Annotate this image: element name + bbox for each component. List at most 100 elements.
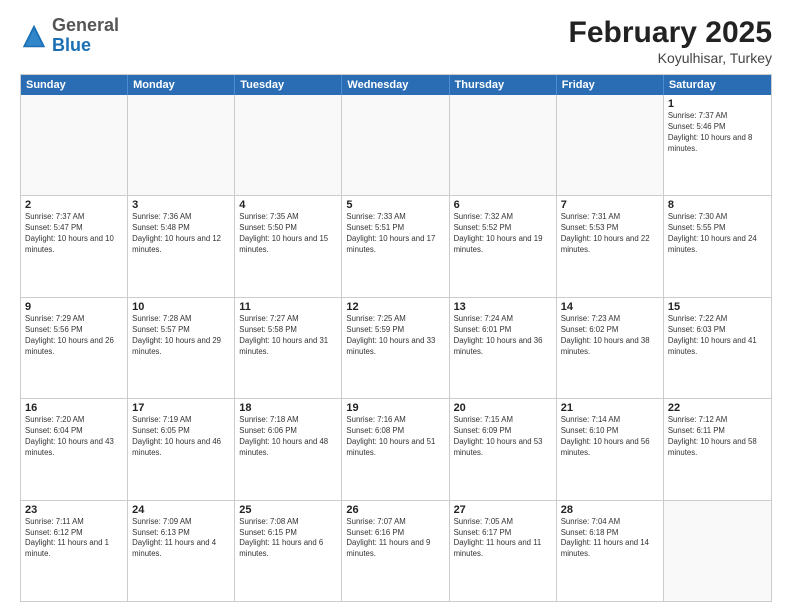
cal-header-monday: Monday	[128, 75, 235, 95]
day-number: 6	[454, 199, 552, 211]
cal-cell: 9Sunrise: 7:29 AM Sunset: 5:56 PM Daylig…	[21, 298, 128, 398]
cal-cell: 17Sunrise: 7:19 AM Sunset: 6:05 PM Dayli…	[128, 399, 235, 499]
day-number: 24	[132, 504, 230, 516]
cal-week-4: 16Sunrise: 7:20 AM Sunset: 6:04 PM Dayli…	[21, 399, 771, 500]
cal-cell	[664, 501, 771, 601]
logo-text: General Blue	[52, 16, 119, 56]
cal-header-saturday: Saturday	[664, 75, 771, 95]
day-number: 27	[454, 504, 552, 516]
cal-week-2: 2Sunrise: 7:37 AM Sunset: 5:47 PM Daylig…	[21, 196, 771, 297]
day-info: Sunrise: 7:08 AM Sunset: 6:15 PM Dayligh…	[239, 517, 337, 561]
day-number: 4	[239, 199, 337, 211]
day-info: Sunrise: 7:16 AM Sunset: 6:08 PM Dayligh…	[346, 415, 444, 459]
cal-cell	[557, 95, 664, 195]
day-number: 22	[668, 402, 767, 414]
day-info: Sunrise: 7:04 AM Sunset: 6:18 PM Dayligh…	[561, 517, 659, 561]
day-info: Sunrise: 7:05 AM Sunset: 6:17 PM Dayligh…	[454, 517, 552, 561]
day-info: Sunrise: 7:15 AM Sunset: 6:09 PM Dayligh…	[454, 415, 552, 459]
cal-cell	[235, 95, 342, 195]
page: General Blue February 2025 Koyulhisar, T…	[0, 0, 792, 612]
day-info: Sunrise: 7:24 AM Sunset: 6:01 PM Dayligh…	[454, 314, 552, 358]
cal-cell: 26Sunrise: 7:07 AM Sunset: 6:16 PM Dayli…	[342, 501, 449, 601]
calendar: SundayMondayTuesdayWednesdayThursdayFrid…	[20, 74, 772, 602]
cal-cell: 27Sunrise: 7:05 AM Sunset: 6:17 PM Dayli…	[450, 501, 557, 601]
day-number: 5	[346, 199, 444, 211]
day-number: 28	[561, 504, 659, 516]
cal-cell: 18Sunrise: 7:18 AM Sunset: 6:06 PM Dayli…	[235, 399, 342, 499]
logo: General Blue	[20, 16, 119, 56]
day-number: 13	[454, 301, 552, 313]
cal-week-5: 23Sunrise: 7:11 AM Sunset: 6:12 PM Dayli…	[21, 501, 771, 601]
day-number: 26	[346, 504, 444, 516]
day-number: 20	[454, 402, 552, 414]
cal-cell: 23Sunrise: 7:11 AM Sunset: 6:12 PM Dayli…	[21, 501, 128, 601]
cal-cell: 11Sunrise: 7:27 AM Sunset: 5:58 PM Dayli…	[235, 298, 342, 398]
day-info: Sunrise: 7:31 AM Sunset: 5:53 PM Dayligh…	[561, 212, 659, 256]
day-info: Sunrise: 7:09 AM Sunset: 6:13 PM Dayligh…	[132, 517, 230, 561]
cal-cell: 15Sunrise: 7:22 AM Sunset: 6:03 PM Dayli…	[664, 298, 771, 398]
day-info: Sunrise: 7:27 AM Sunset: 5:58 PM Dayligh…	[239, 314, 337, 358]
cal-cell: 21Sunrise: 7:14 AM Sunset: 6:10 PM Dayli…	[557, 399, 664, 499]
day-info: Sunrise: 7:07 AM Sunset: 6:16 PM Dayligh…	[346, 517, 444, 561]
day-info: Sunrise: 7:36 AM Sunset: 5:48 PM Dayligh…	[132, 212, 230, 256]
cal-header-tuesday: Tuesday	[235, 75, 342, 95]
day-info: Sunrise: 7:19 AM Sunset: 6:05 PM Dayligh…	[132, 415, 230, 459]
cal-week-1: 1Sunrise: 7:37 AM Sunset: 5:46 PM Daylig…	[21, 95, 771, 196]
cal-header-thursday: Thursday	[450, 75, 557, 95]
calendar-header-row: SundayMondayTuesdayWednesdayThursdayFrid…	[21, 75, 771, 95]
cal-cell: 19Sunrise: 7:16 AM Sunset: 6:08 PM Dayli…	[342, 399, 449, 499]
day-info: Sunrise: 7:14 AM Sunset: 6:10 PM Dayligh…	[561, 415, 659, 459]
cal-cell: 16Sunrise: 7:20 AM Sunset: 6:04 PM Dayli…	[21, 399, 128, 499]
calendar-body: 1Sunrise: 7:37 AM Sunset: 5:46 PM Daylig…	[21, 95, 771, 601]
cal-cell: 6Sunrise: 7:32 AM Sunset: 5:52 PM Daylig…	[450, 196, 557, 296]
logo-icon	[20, 22, 48, 50]
cal-cell: 28Sunrise: 7:04 AM Sunset: 6:18 PM Dayli…	[557, 501, 664, 601]
cal-cell	[342, 95, 449, 195]
day-info: Sunrise: 7:37 AM Sunset: 5:47 PM Dayligh…	[25, 212, 123, 256]
day-info: Sunrise: 7:20 AM Sunset: 6:04 PM Dayligh…	[25, 415, 123, 459]
cal-header-friday: Friday	[557, 75, 664, 95]
cal-cell: 1Sunrise: 7:37 AM Sunset: 5:46 PM Daylig…	[664, 95, 771, 195]
cal-cell: 8Sunrise: 7:30 AM Sunset: 5:55 PM Daylig…	[664, 196, 771, 296]
cal-header-wednesday: Wednesday	[342, 75, 449, 95]
day-number: 19	[346, 402, 444, 414]
day-info: Sunrise: 7:12 AM Sunset: 6:11 PM Dayligh…	[668, 415, 767, 459]
day-number: 25	[239, 504, 337, 516]
day-info: Sunrise: 7:35 AM Sunset: 5:50 PM Dayligh…	[239, 212, 337, 256]
day-number: 17	[132, 402, 230, 414]
cal-header-sunday: Sunday	[21, 75, 128, 95]
header: General Blue February 2025 Koyulhisar, T…	[20, 16, 772, 66]
day-number: 15	[668, 301, 767, 313]
day-number: 7	[561, 199, 659, 211]
cal-cell	[128, 95, 235, 195]
day-number: 23	[25, 504, 123, 516]
day-info: Sunrise: 7:29 AM Sunset: 5:56 PM Dayligh…	[25, 314, 123, 358]
cal-cell: 12Sunrise: 7:25 AM Sunset: 5:59 PM Dayli…	[342, 298, 449, 398]
day-number: 14	[561, 301, 659, 313]
day-number: 3	[132, 199, 230, 211]
day-number: 18	[239, 402, 337, 414]
cal-cell: 22Sunrise: 7:12 AM Sunset: 6:11 PM Dayli…	[664, 399, 771, 499]
cal-cell	[450, 95, 557, 195]
cal-cell: 13Sunrise: 7:24 AM Sunset: 6:01 PM Dayli…	[450, 298, 557, 398]
cal-cell: 5Sunrise: 7:33 AM Sunset: 5:51 PM Daylig…	[342, 196, 449, 296]
cal-week-3: 9Sunrise: 7:29 AM Sunset: 5:56 PM Daylig…	[21, 298, 771, 399]
calendar-title: February 2025	[569, 16, 772, 50]
day-number: 21	[561, 402, 659, 414]
day-number: 16	[25, 402, 123, 414]
cal-cell: 25Sunrise: 7:08 AM Sunset: 6:15 PM Dayli…	[235, 501, 342, 601]
day-number: 12	[346, 301, 444, 313]
logo-blue: Blue	[52, 35, 91, 55]
day-info: Sunrise: 7:28 AM Sunset: 5:57 PM Dayligh…	[132, 314, 230, 358]
logo-general: General	[52, 15, 119, 35]
title-block: February 2025 Koyulhisar, Turkey	[569, 16, 772, 66]
day-number: 8	[668, 199, 767, 211]
cal-cell: 20Sunrise: 7:15 AM Sunset: 6:09 PM Dayli…	[450, 399, 557, 499]
day-info: Sunrise: 7:11 AM Sunset: 6:12 PM Dayligh…	[25, 517, 123, 561]
day-number: 9	[25, 301, 123, 313]
cal-cell: 7Sunrise: 7:31 AM Sunset: 5:53 PM Daylig…	[557, 196, 664, 296]
cal-cell: 10Sunrise: 7:28 AM Sunset: 5:57 PM Dayli…	[128, 298, 235, 398]
day-info: Sunrise: 7:37 AM Sunset: 5:46 PM Dayligh…	[668, 111, 767, 155]
day-info: Sunrise: 7:25 AM Sunset: 5:59 PM Dayligh…	[346, 314, 444, 358]
cal-cell: 4Sunrise: 7:35 AM Sunset: 5:50 PM Daylig…	[235, 196, 342, 296]
